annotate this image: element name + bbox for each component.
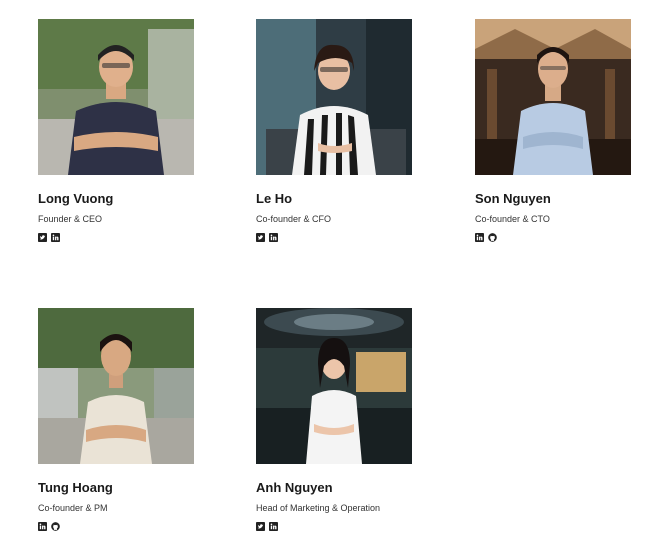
member-socials	[38, 233, 194, 243]
member-name: Long Vuong	[38, 191, 114, 206]
member-photo	[38, 19, 194, 175]
member-name: Anh Nguyen	[256, 480, 333, 495]
linkedin-icon[interactable]	[269, 233, 278, 242]
linkedin-icon[interactable]	[38, 522, 47, 531]
member-photo	[475, 19, 631, 175]
member-socials	[38, 522, 194, 532]
github-icon[interactable]	[488, 233, 497, 242]
team-member-card: Son Nguyen Co-founder & CTO	[475, 19, 631, 243]
member-socials	[475, 233, 631, 243]
twitter-icon[interactable]	[256, 233, 265, 242]
twitter-icon[interactable]	[38, 233, 47, 242]
member-name: Tung Hoang	[38, 480, 113, 495]
github-icon[interactable]	[51, 522, 60, 531]
team-member-card: Long Vuong Founder & CEO	[38, 19, 194, 243]
member-role: Co-founder & PM	[38, 503, 108, 513]
member-role: Co-founder & CTO	[475, 214, 550, 224]
member-socials	[256, 522, 412, 532]
member-name: Son Nguyen	[475, 191, 551, 206]
member-role: Founder & CEO	[38, 214, 103, 224]
linkedin-icon[interactable]	[475, 233, 484, 242]
member-name: Le Ho	[256, 191, 293, 206]
linkedin-icon[interactable]	[269, 522, 278, 531]
team-member-card: Tung Hoang Co-founder & PM	[38, 308, 194, 532]
linkedin-icon[interactable]	[51, 233, 60, 242]
member-socials	[256, 233, 412, 243]
member-photo	[256, 19, 412, 175]
member-role: Co-founder & CFO	[256, 214, 332, 224]
member-photo	[256, 308, 412, 464]
twitter-icon[interactable]	[256, 522, 265, 531]
team-member-card: Le Ho Co-founder & CFO	[256, 19, 412, 243]
team-member-card: Anh Nguyen Head of Marketing & Operation	[256, 308, 412, 532]
member-photo	[38, 308, 194, 464]
member-role: Head of Marketing & Operation	[256, 503, 381, 513]
